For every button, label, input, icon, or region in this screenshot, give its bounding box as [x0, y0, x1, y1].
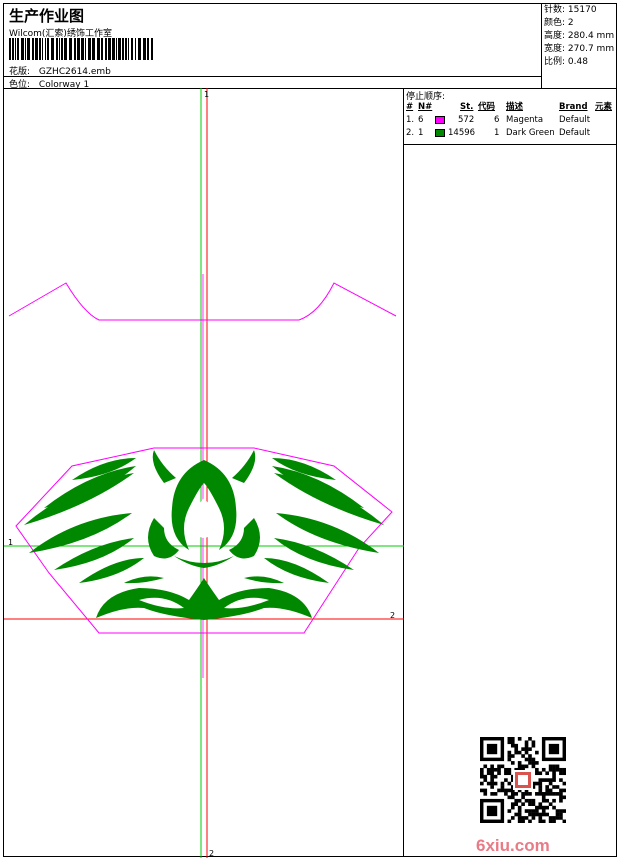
- marker-right: 2: [390, 611, 395, 620]
- stat-row: 宽度: 270.7 mm: [544, 44, 615, 54]
- watermark-logo: 6xiu.com: [476, 836, 550, 855]
- marker-left: 1: [8, 538, 13, 547]
- divider: [404, 144, 616, 145]
- table-header: # N# St. 代码 描述 Brand 元素: [406, 102, 613, 112]
- stat-row: 针数: 15170: [544, 5, 597, 15]
- embroidery-motif: [24, 450, 384, 620]
- table-row: 2. 1 14596 1 Dark Green Default: [406, 128, 591, 138]
- stat-row: 比例: 0.48: [544, 57, 588, 67]
- stat-row: 高度: 280.4 mm: [544, 31, 615, 41]
- qr-code-icon: [480, 737, 566, 823]
- stats-panel: 针数: 15170 颜色: 2 高度: 280.4 mm 宽度: 270.7 m…: [542, 4, 618, 69]
- marker-bottom: 2: [209, 849, 214, 858]
- color-swatch: [435, 129, 445, 137]
- table-row: 1. 6 572 6 Magenta Default: [406, 115, 591, 125]
- marker-top: 1: [204, 90, 209, 99]
- design-canvas: 1 1 2 2: [4, 88, 404, 858]
- page-title: 生产作业图: [9, 7, 85, 25]
- worksheet-page: 生产作业图 Wilcom(汇索)绣饰工作室 花版: GZHC2614.emb 色…: [3, 3, 618, 858]
- color-swatch: [435, 116, 445, 124]
- neckline-outline: [8, 282, 397, 321]
- barcode-icon: [9, 38, 153, 60]
- stat-row: 颜色: 2: [544, 18, 574, 28]
- stop-sequence-table: # N# St. 代码 描述 Brand 元素 1. 6 572 6 Magen…: [404, 101, 618, 140]
